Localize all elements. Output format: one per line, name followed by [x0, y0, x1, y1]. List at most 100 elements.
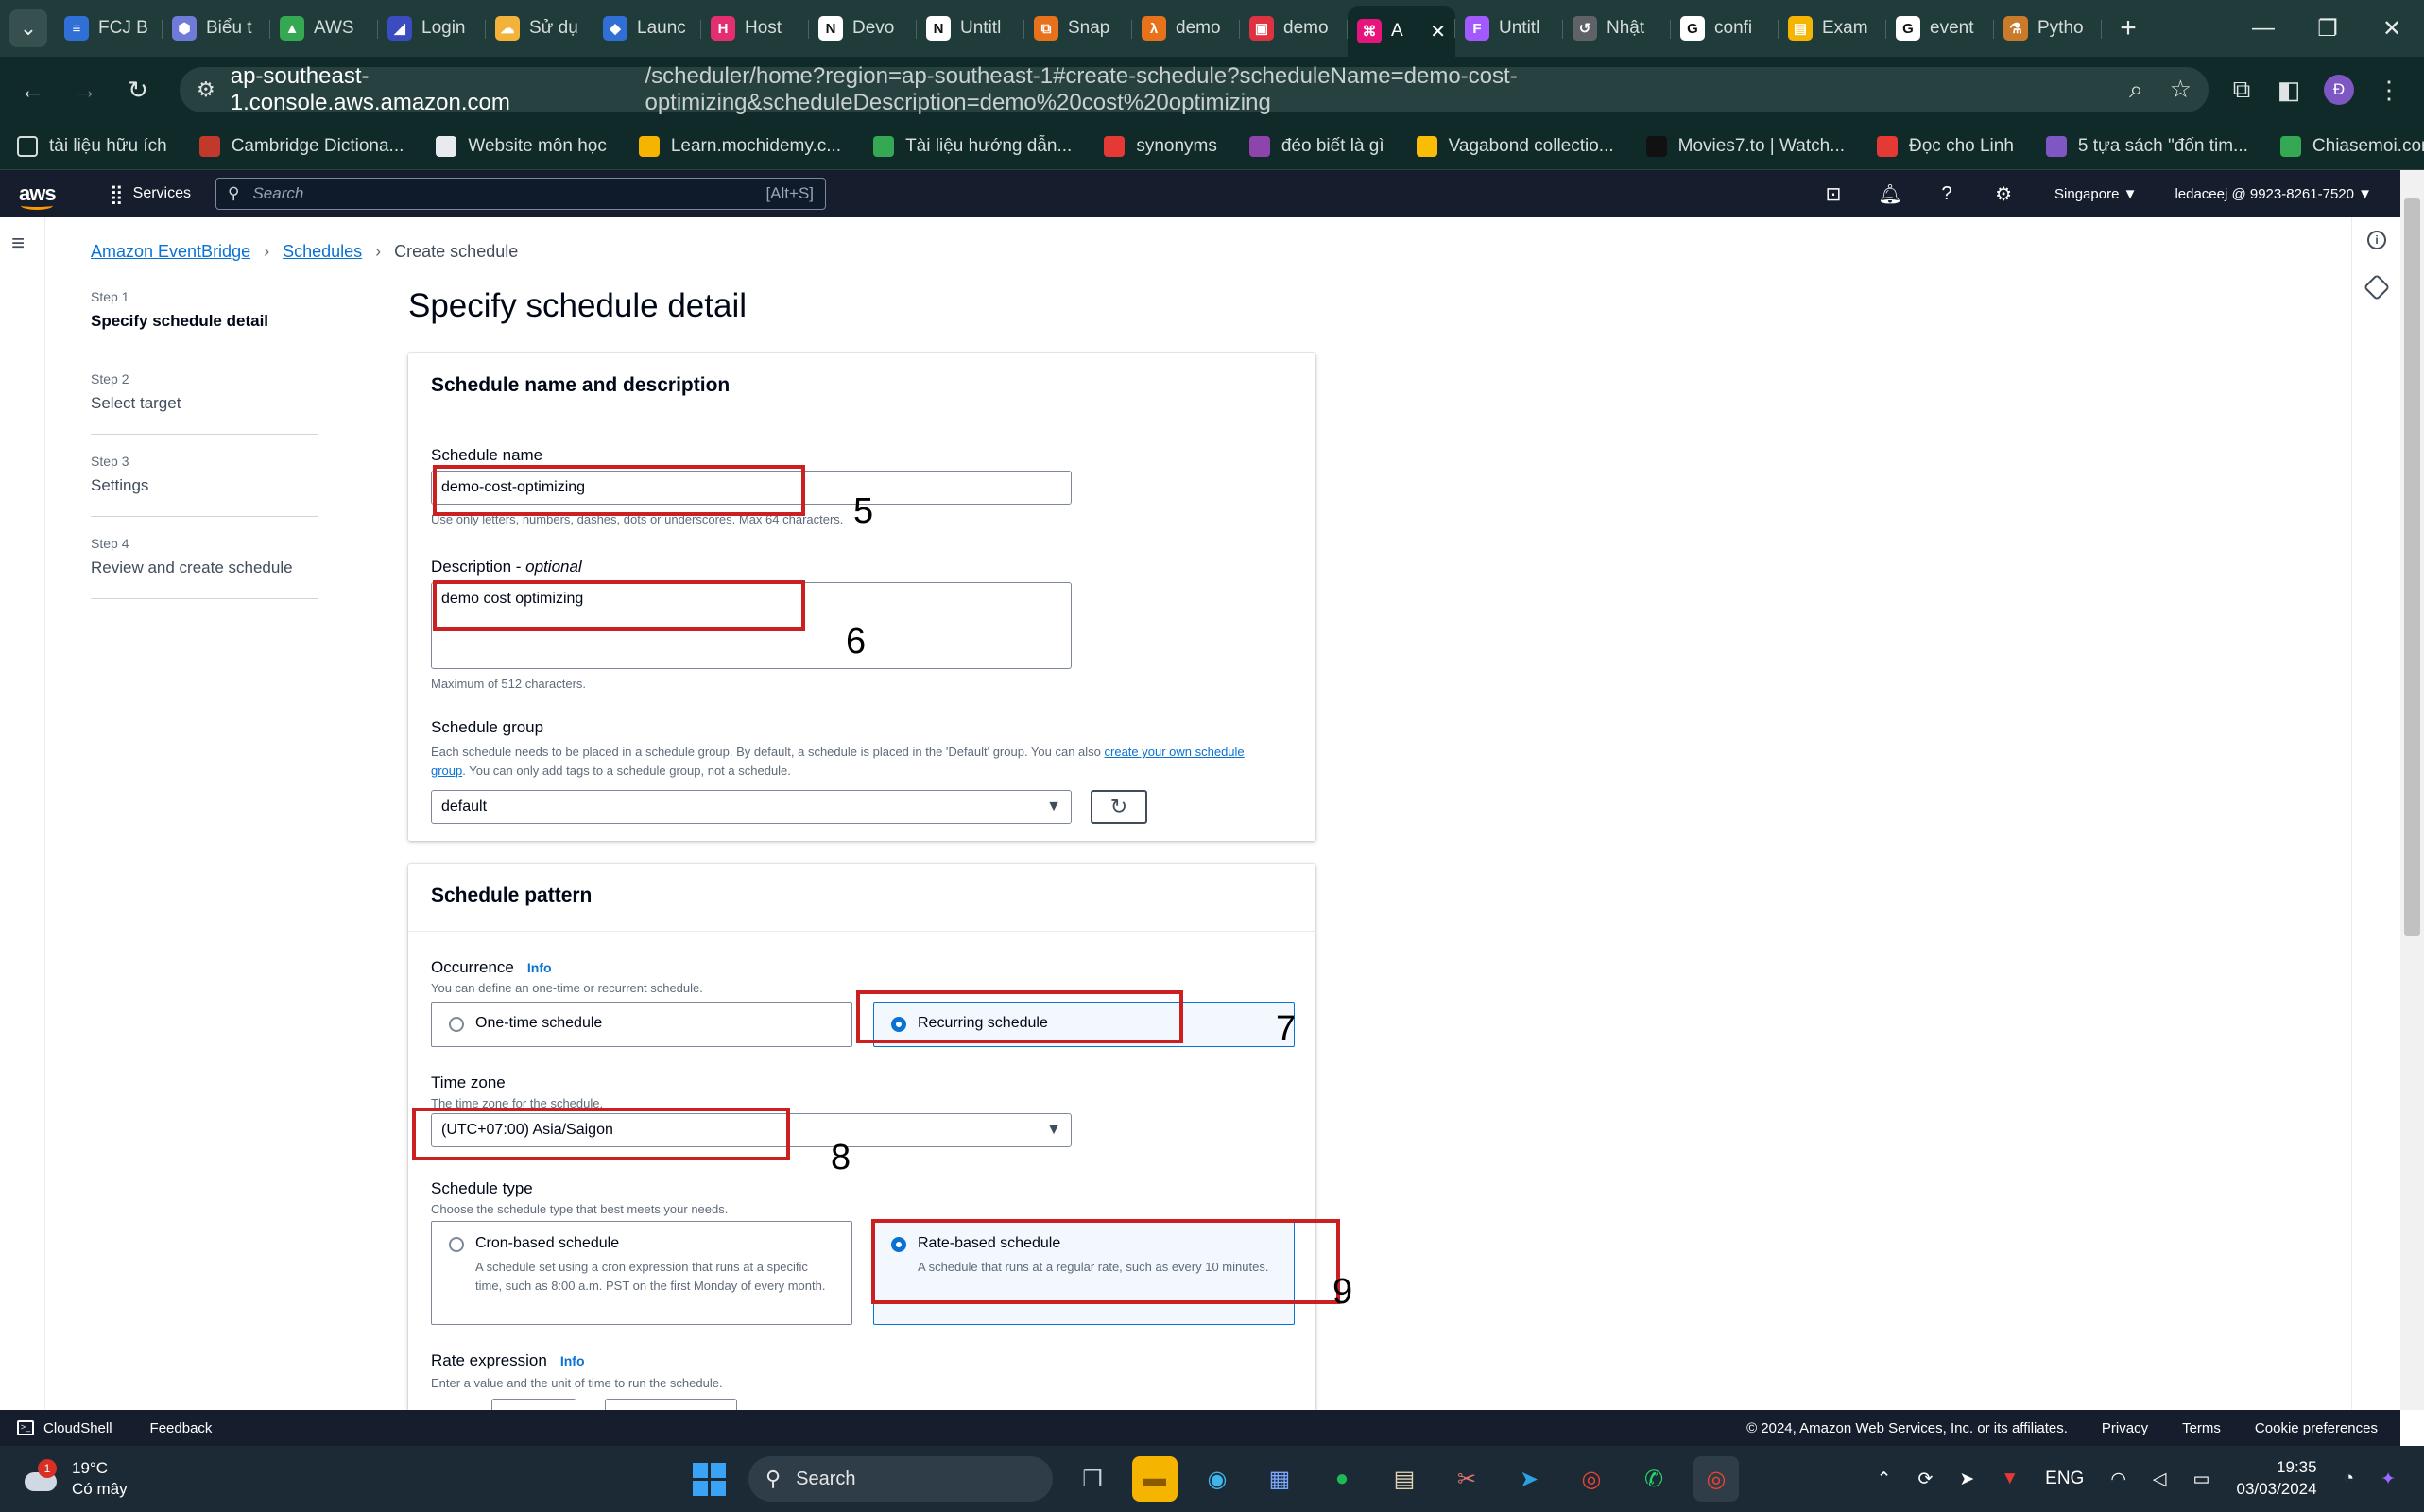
- menu-icon[interactable]: ⋮: [2365, 69, 2413, 111]
- notifications-bell-icon[interactable]: 🔔︎: [1862, 182, 1918, 206]
- close-icon[interactable]: ✕: [2360, 15, 2424, 43]
- bookmark-item[interactable]: Website môn học: [436, 135, 607, 157]
- notifications-bell-icon[interactable]: ◔: [2344, 1469, 2354, 1489]
- profile-avatar[interactable]: Đ: [2324, 75, 2354, 105]
- extensions-icon[interactable]: ⧉: [2218, 69, 2265, 111]
- taskbar-search[interactable]: ⚲ Search: [748, 1456, 1053, 1502]
- browser-tab[interactable]: ▤ Exam: [1779, 7, 1886, 50]
- browser-tab[interactable]: ☁ Sử dụ: [486, 7, 593, 50]
- aws-logo[interactable]: aws: [19, 181, 76, 210]
- bookmark-item[interactable]: Learn.mochidemy.c...: [638, 135, 841, 157]
- restore-icon[interactable]: ❐: [2295, 15, 2360, 43]
- schedule-group-select[interactable]: default ▼: [431, 790, 1072, 824]
- bookmark-item[interactable]: Movies7.to | Watch...: [1645, 135, 1845, 157]
- site-settings-icon[interactable]: ⚙: [197, 77, 215, 102]
- region-selector[interactable]: Singapore ▼: [2054, 186, 2137, 202]
- browser-tab[interactable]: ▲ AWS: [270, 7, 378, 50]
- tab-search-button[interactable]: ⌄: [9, 9, 47, 47]
- breadcrumb-schedules-link[interactable]: Schedules: [283, 242, 362, 262]
- browser-tab[interactable]: N Devo: [809, 7, 917, 50]
- cron-based-schedule-option[interactable]: Cron-based schedule A schedule set using…: [431, 1221, 852, 1325]
- wizard-step-2[interactable]: Step 2 Select target: [91, 371, 318, 435]
- bookmark-item[interactable]: Vagabond collectio...: [1416, 135, 1614, 157]
- browser-tab[interactable]: ≡ FCJ B: [55, 7, 163, 50]
- browser-tab[interactable]: ⌘ A ✕: [1348, 6, 1455, 57]
- microsoft-store-icon[interactable]: ▦: [1257, 1456, 1302, 1502]
- one-time-schedule-option[interactable]: One-time schedule: [431, 1002, 852, 1047]
- settings-gear-icon[interactable]: ⚙: [1975, 182, 2032, 206]
- page-scrollbar-thumb[interactable]: [2404, 198, 2420, 936]
- wifi-icon[interactable]: ◠: [2110, 1469, 2126, 1490]
- spotify-icon[interactable]: ●: [1319, 1456, 1365, 1502]
- info-panel-icon[interactable]: i: [2367, 231, 2386, 249]
- back-button[interactable]: ←: [11, 69, 53, 111]
- bookmark-item[interactable]: tài liệu hữu ích: [17, 135, 167, 157]
- browser-tab[interactable]: ⧉ Snap: [1024, 7, 1132, 50]
- telegram-icon[interactable]: ➤: [1506, 1456, 1552, 1502]
- forward-button[interactable]: →: [64, 69, 106, 111]
- telegram-tray-icon[interactable]: ➤: [1959, 1469, 1974, 1490]
- browser-tab[interactable]: Gconfi: [1671, 7, 1779, 50]
- sync-icon[interactable]: ⟳: [1917, 1469, 1933, 1490]
- v-app-tray-icon[interactable]: ▼: [2001, 1469, 2019, 1489]
- browser-tab[interactable]: ◢ Login: [378, 7, 486, 50]
- wizard-step-4[interactable]: Step 4 Review and create schedule: [91, 536, 318, 599]
- volume-icon[interactable]: ◁: [2153, 1469, 2167, 1490]
- chrome-profile-icon[interactable]: ◎: [1693, 1456, 1739, 1502]
- help-panel-icon[interactable]: [2363, 273, 2391, 301]
- start-button[interactable]: [686, 1456, 731, 1502]
- rate-value-input[interactable]: [491, 1399, 576, 1410]
- browser-tab[interactable]: F Untitl: [1455, 7, 1563, 50]
- feedback-link[interactable]: Feedback: [150, 1420, 213, 1436]
- browser-tab[interactable]: ⚗ Pytho: [1994, 7, 2102, 50]
- weather-widget[interactable]: 1 19°C Có mây: [21, 1458, 128, 1500]
- bookmark-item[interactable]: Tài liệu hướng dẫn...: [873, 135, 1072, 157]
- rate-unit-select[interactable]: [605, 1399, 737, 1410]
- file-explorer-icon[interactable]: ▬: [1132, 1456, 1178, 1502]
- breadcrumb-eventbridge-link[interactable]: Amazon EventBridge: [91, 242, 250, 262]
- battery-icon[interactable]: ▭: [2193, 1469, 2210, 1490]
- browser-tab[interactable]: Gevent: [1886, 7, 1994, 50]
- clock[interactable]: 19:35 03/03/2024: [2237, 1457, 2317, 1501]
- cookie-preferences-link[interactable]: Cookie preferences: [2255, 1420, 2378, 1436]
- copilot-icon[interactable]: ✦: [2381, 1469, 2396, 1490]
- help-icon[interactable]: ?: [1918, 183, 1975, 205]
- cloudshell-button[interactable]: >_ CloudShell: [17, 1420, 112, 1436]
- bookmark-item[interactable]: synonyms: [1104, 135, 1217, 157]
- browser-tab[interactable]: ◆ Launc: [593, 7, 701, 50]
- minimize-icon[interactable]: —: [2231, 15, 2295, 43]
- services-menu[interactable]: ⣿ Services: [110, 182, 191, 206]
- hamburger-menu-icon[interactable]: ≡: [11, 231, 25, 257]
- edge-browser-icon[interactable]: ◉: [1195, 1456, 1240, 1502]
- address-bar[interactable]: ⚙ ap-southeast-1.console.aws.amazon.com /…: [180, 63, 2209, 115]
- side-panel-icon[interactable]: ◧: [2265, 69, 2312, 111]
- browser-tab[interactable]: ▣ demo: [1240, 7, 1348, 50]
- bookmark-item[interactable]: 5 tựa sách "đốn tim...: [2045, 135, 2248, 157]
- refresh-button[interactable]: ↻: [1091, 790, 1147, 824]
- rate-info-link[interactable]: Info: [560, 1353, 585, 1368]
- bookmark-item[interactable]: Đọc cho Linh: [1877, 135, 2014, 157]
- browser-tab[interactable]: H Host: [701, 7, 809, 50]
- new-tab-button[interactable]: +: [2109, 9, 2147, 47]
- reader-app-icon[interactable]: ▤: [1382, 1456, 1427, 1502]
- aws-search-input[interactable]: ⚲ Search [Alt+S]: [215, 178, 827, 210]
- chrome-icon[interactable]: ◎: [1569, 1456, 1614, 1502]
- bookmark-item[interactable]: đéo biết là gì: [1248, 135, 1384, 157]
- show-hidden-icons-chevron-icon[interactable]: ⌃: [1877, 1469, 1892, 1490]
- account-menu[interactable]: ledaceej @ 9923-8261-7520 ▼: [2175, 186, 2372, 202]
- zoom-icon[interactable]: ⌕: [2129, 75, 2143, 105]
- wizard-step-3[interactable]: Step 3 Settings: [91, 454, 318, 517]
- occurrence-info-link[interactable]: Info: [527, 960, 552, 975]
- privacy-link[interactable]: Privacy: [2102, 1420, 2148, 1436]
- whatsapp-icon[interactable]: ✆: [1631, 1456, 1676, 1502]
- reload-button[interactable]: ↻: [117, 69, 159, 111]
- bookmark-star-icon[interactable]: ☆: [2170, 75, 2192, 105]
- bookmark-item[interactable]: Cambridge Dictiona...: [198, 135, 404, 157]
- snipping-tool-icon[interactable]: ✂: [1444, 1456, 1489, 1502]
- browser-tab[interactable]: λ demo: [1132, 7, 1240, 50]
- browser-tab[interactable]: ⬢ Biểu t: [163, 7, 270, 50]
- browser-tab[interactable]: N Untitl: [917, 7, 1024, 50]
- radio-button[interactable]: [449, 1017, 464, 1032]
- language-indicator[interactable]: ENG: [2045, 1469, 2084, 1489]
- cloudshell-icon[interactable]: ⊡: [1805, 182, 1862, 206]
